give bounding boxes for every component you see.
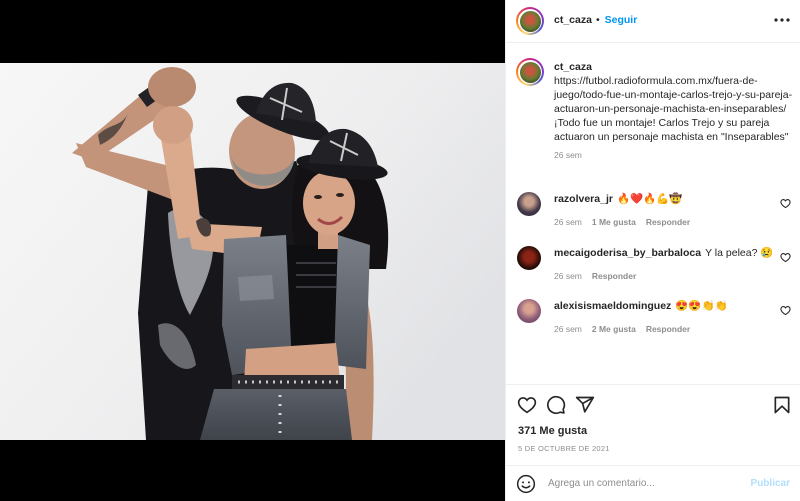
- comment-likes[interactable]: 2 Me gusta: [592, 324, 636, 334]
- share-icon: [575, 396, 595, 413]
- post-side-panel: ct_caza • Seguir ct_caza https://futbol.ra…: [505, 0, 800, 501]
- like-button[interactable]: [517, 395, 537, 415]
- comment-text: Y la pelea? 😢: [705, 247, 774, 259]
- separator-dot: •: [595, 14, 600, 26]
- comment-button[interactable]: [546, 395, 566, 415]
- heart-icon: [780, 253, 791, 263]
- caption-avatar[interactable]: [516, 58, 544, 86]
- comment: razolvera_jr 🔥❤️🔥💪🤠: [554, 192, 682, 206]
- save-button[interactable]: [772, 395, 792, 415]
- reply-button[interactable]: Responder: [592, 271, 636, 281]
- woman-face: [303, 171, 355, 235]
- avatar-ring-gap: [518, 9, 542, 33]
- comment-username[interactable]: mecaigoderisa_by_barbaloca: [554, 247, 701, 259]
- author-username[interactable]: ct_caza: [554, 14, 592, 26]
- actions-divider: [506, 384, 800, 385]
- comment-meta: 26 sem 2 Me gusta Responder: [554, 323, 700, 335]
- post-image: [0, 63, 505, 440]
- heart-icon: [780, 306, 791, 316]
- comment-like-button[interactable]: [780, 198, 791, 209]
- vest-pocket: [238, 275, 274, 301]
- comment-time[interactable]: 26 sem: [554, 271, 582, 281]
- header-divider: [506, 42, 800, 43]
- author-avatar[interactable]: [516, 7, 544, 35]
- caption-username[interactable]: ct_caza: [554, 60, 794, 74]
- bookmark-icon: [774, 396, 790, 414]
- post-header: ct_caza • Seguir: [554, 13, 637, 27]
- heart-icon: [517, 397, 537, 414]
- share-button[interactable]: [575, 395, 595, 415]
- caption-text: https://futbol.radioformula.com.mx/fuera…: [554, 75, 793, 143]
- comment-meta: 26 sem 1 Me gusta Responder: [554, 216, 700, 228]
- more-options-button[interactable]: [773, 16, 791, 24]
- woman-pants: [200, 389, 352, 440]
- comment-text: 🔥❤️🔥💪🤠: [616, 193, 683, 205]
- smiley-icon: [516, 474, 536, 494]
- emoji-button[interactable]: [516, 474, 536, 494]
- comment: mecaigoderisa_by_barbaloca Y la pelea? 😢: [554, 246, 773, 260]
- comment-icon: [547, 395, 566, 415]
- comment-like-button[interactable]: [780, 305, 791, 316]
- caption-time[interactable]: 26 sem: [554, 149, 794, 161]
- reply-button[interactable]: Responder: [646, 217, 690, 227]
- like-count[interactable]: 371 Me gusta: [518, 424, 587, 438]
- follow-button[interactable]: Seguir: [605, 14, 638, 26]
- commenter-avatar[interactable]: [517, 299, 541, 323]
- comment-username[interactable]: alexisismaeldominguez: [554, 300, 671, 312]
- post-date[interactable]: 5 DE OCTUBRE DE 2021: [518, 444, 610, 454]
- comment: alexisismaeldominguez 😍😍👏👏: [554, 299, 728, 313]
- comment-meta: 26 sem Responder: [554, 270, 646, 282]
- comment-username[interactable]: razolvera_jr: [554, 193, 613, 205]
- comment-text: 😍😍👏👏: [675, 300, 728, 312]
- woman-fist: [153, 106, 193, 144]
- avatar-image: [519, 10, 541, 32]
- vest-right: [334, 235, 370, 369]
- comment-input[interactable]: [548, 477, 728, 491]
- man-fist: [148, 67, 196, 107]
- woman-eye: [336, 193, 344, 197]
- avatar-ring-gap: [518, 60, 542, 84]
- comment-likes[interactable]: 1 Me gusta: [592, 217, 636, 227]
- avatar-image: [519, 61, 541, 83]
- post-media[interactable]: [0, 0, 505, 501]
- commenter-avatar[interactable]: [517, 246, 541, 270]
- comment-time[interactable]: 26 sem: [554, 324, 582, 334]
- commenter-avatar[interactable]: [517, 192, 541, 216]
- composer-divider: [506, 465, 800, 466]
- more-horizontal-icon: [774, 18, 790, 22]
- post-caption: ct_caza https://futbol.radioformula.com.…: [554, 60, 794, 161]
- reply-button[interactable]: Responder: [646, 324, 690, 334]
- comment-time[interactable]: 26 sem: [554, 217, 582, 227]
- comment-like-button[interactable]: [780, 252, 791, 263]
- publish-button[interactable]: Publicar: [751, 477, 790, 491]
- heart-icon: [780, 199, 791, 209]
- woman-eye: [314, 195, 322, 199]
